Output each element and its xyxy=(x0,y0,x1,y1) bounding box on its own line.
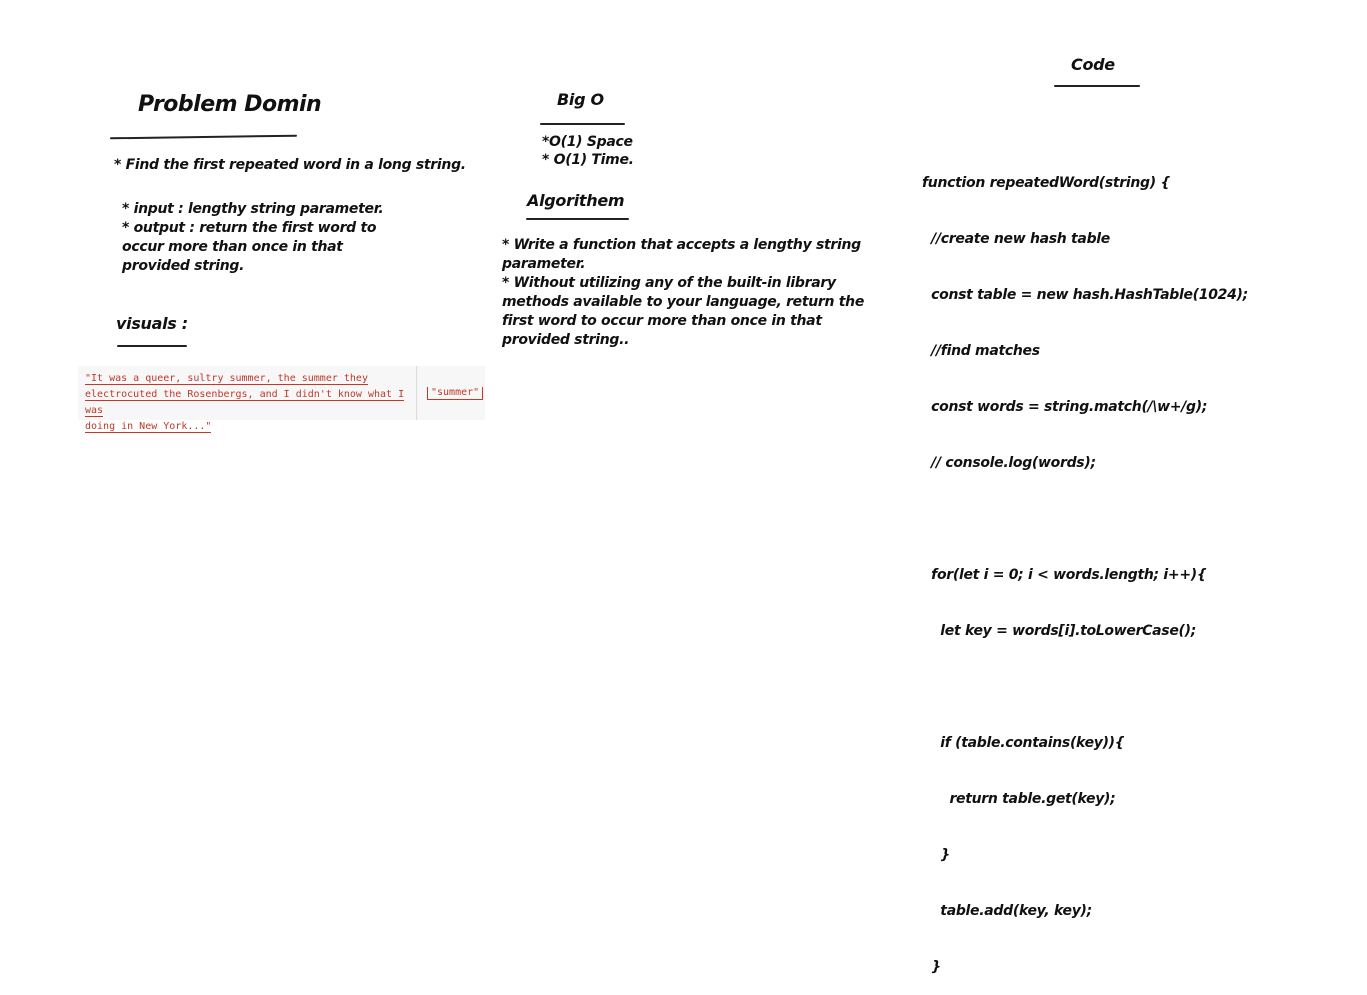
code-line-6: // console.log(words); xyxy=(922,455,1096,471)
big-o-underline xyxy=(540,123,625,125)
example-result: "summer" xyxy=(427,387,484,400)
example-output-box: "summer" xyxy=(418,366,485,420)
big-o-time: * O(1) Time. xyxy=(542,152,634,168)
code-block: function repeatedWord(string) { //create… xyxy=(922,136,1248,995)
algorithm-heading: Algorithem xyxy=(527,191,625,210)
quote-line-2: electrocuted the Rosenbergs, and I didn'… xyxy=(85,389,405,417)
quote-line-1: "It was a queer, sultry summer, the summ… xyxy=(85,373,368,385)
code-line-3: const table = new hash.HashTable(1024); xyxy=(922,287,1248,303)
algorithm-line-4: methods available to your language, retu… xyxy=(502,294,865,310)
visuals-heading: visuals : xyxy=(116,314,188,333)
example-quote: "It was a queer, sultry summer, the summ… xyxy=(85,371,415,435)
algorithm-underline xyxy=(526,218,629,220)
visuals-underline xyxy=(117,345,187,347)
output-line-2: occur more than once in that xyxy=(122,239,343,255)
output-line-1: * output : return the first word to xyxy=(122,220,377,236)
algorithm-line-2: parameter. xyxy=(502,256,586,272)
example-input-box: "It was a queer, sultry summer, the summ… xyxy=(78,366,417,433)
code-underline xyxy=(1054,85,1140,87)
quote-line-3: doing in New York..." xyxy=(85,421,212,433)
code-line-15: } xyxy=(922,959,941,975)
code-line-8: for(let i = 0; i < words.length; i++){ xyxy=(922,567,1207,583)
algorithm-line-1: * Write a function that accepts a length… xyxy=(502,237,861,253)
code-line-4: //find matches xyxy=(922,343,1040,359)
output-line-3: provided string. xyxy=(122,258,245,274)
big-o-space: *O(1) Space xyxy=(542,134,633,150)
algorithm-line-3: * Without utilizing any of the built-in … xyxy=(502,275,836,291)
problem-statement: * Find the first repeated word in a long… xyxy=(114,157,466,173)
code-line-13: } xyxy=(922,847,950,863)
code-line-11: if (table.contains(key)){ xyxy=(922,735,1125,751)
problem-domain-underline xyxy=(109,134,298,140)
code-line-5: const words = string.match(/\w+/g); xyxy=(922,399,1208,415)
code-line-1: function repeatedWord(string) { xyxy=(922,175,1171,191)
code-line-2: //create new hash table xyxy=(922,231,1110,247)
input-description: * input : lengthy string parameter. xyxy=(122,201,384,217)
algorithm-line-6: provided string.. xyxy=(502,332,630,348)
code-heading: Code xyxy=(1071,55,1115,74)
code-line-12: return table.get(key); xyxy=(922,791,1116,807)
algorithm-line-5: first word to occur more than once in th… xyxy=(502,313,822,329)
problem-domain-heading: Problem Domin xyxy=(138,92,322,117)
big-o-heading: Big O xyxy=(557,90,604,109)
code-line-14: table.add(key, key); xyxy=(922,903,1092,919)
visuals-example-panel: "It was a queer, sultry summer, the summ… xyxy=(78,366,485,433)
